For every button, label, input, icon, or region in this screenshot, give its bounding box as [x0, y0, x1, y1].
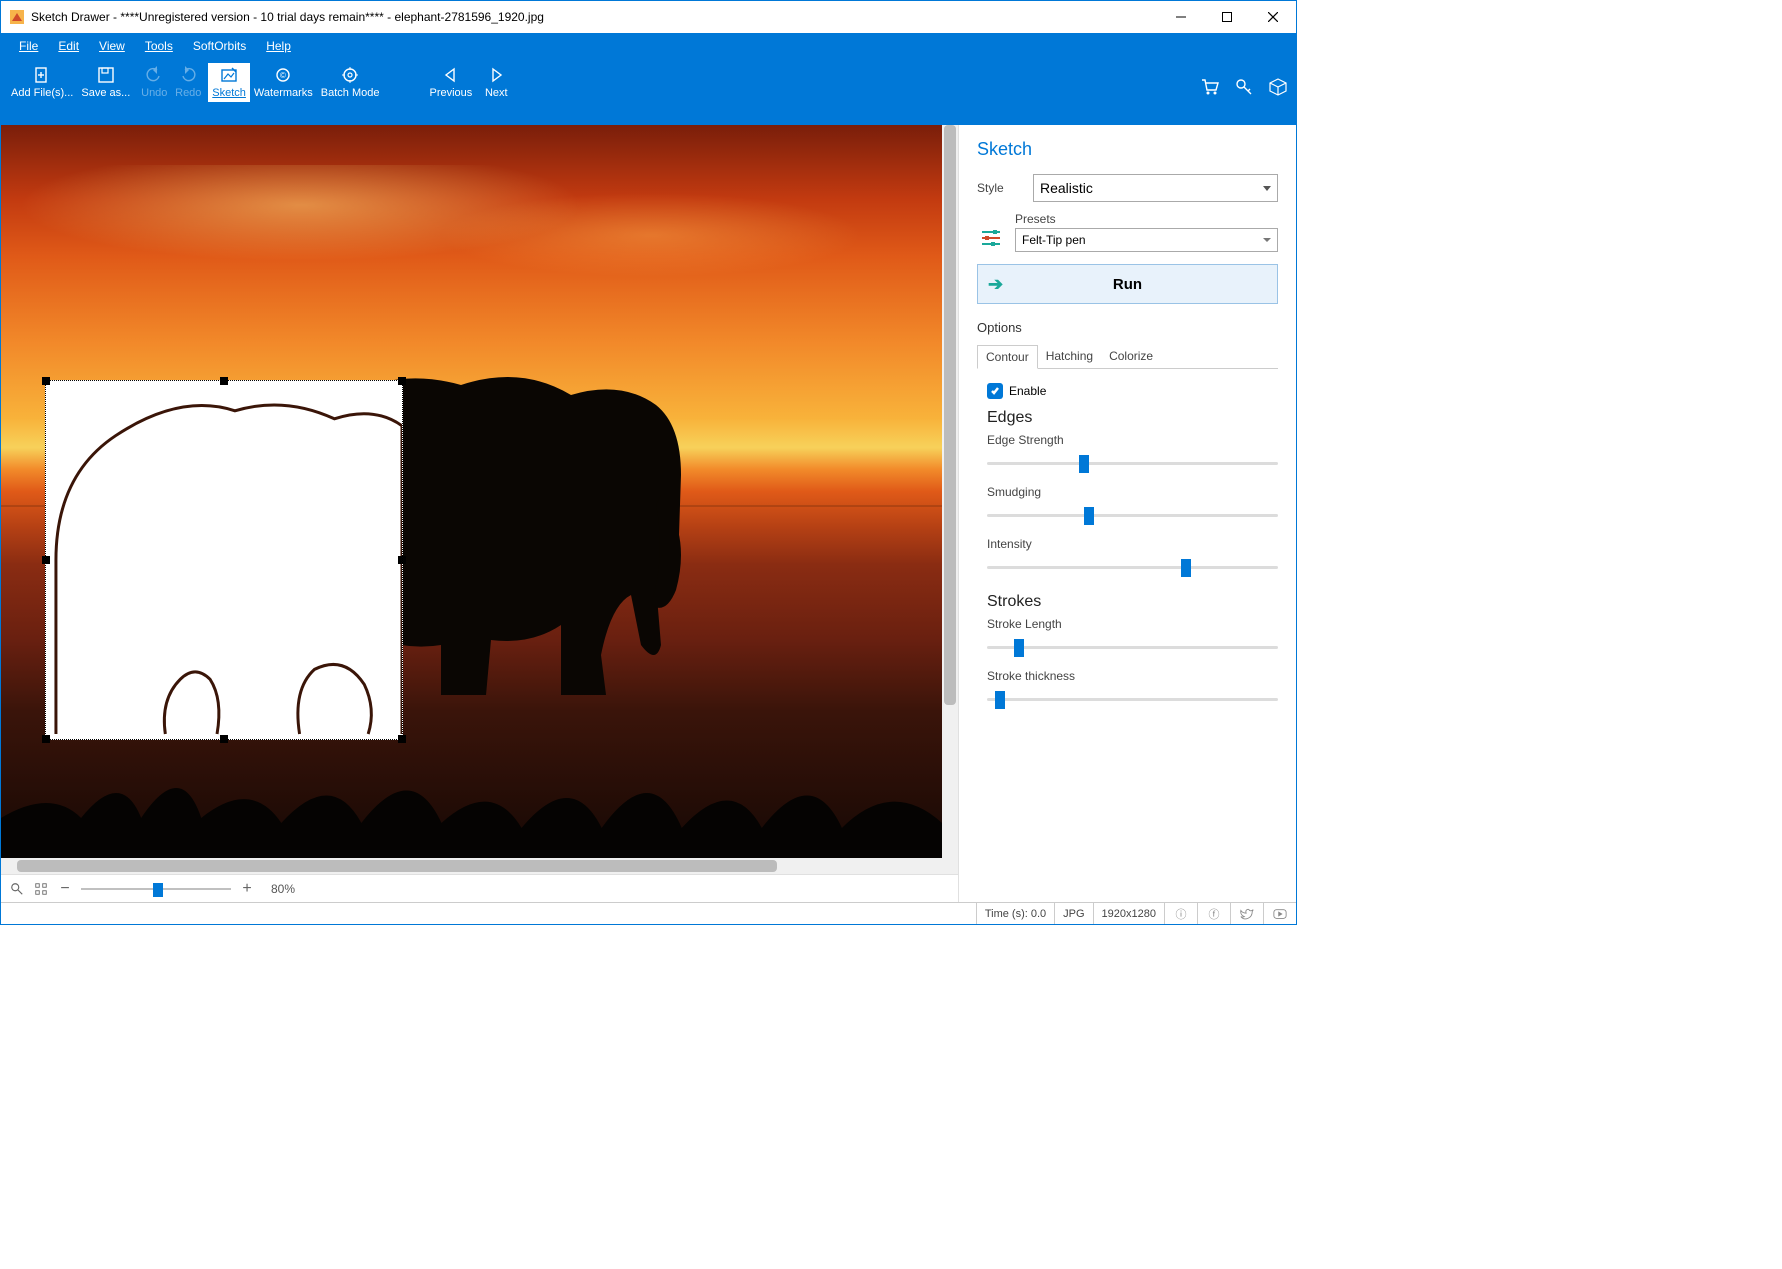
options-label: Options: [977, 320, 1278, 335]
status-dimensions: 1920x1280: [1093, 903, 1164, 924]
style-label: Style: [977, 181, 1033, 195]
canvas-pane: − + 80%: [1, 125, 958, 902]
status-format: JPG: [1054, 903, 1092, 924]
zoom-fit-icon[interactable]: [33, 881, 49, 897]
selection-handle[interactable]: [398, 735, 406, 743]
twitter-icon[interactable]: [1239, 906, 1255, 922]
menu-help[interactable]: Help: [256, 35, 301, 57]
maximize-button[interactable]: [1204, 1, 1250, 33]
selection-handle[interactable]: [42, 735, 50, 743]
status-bar: Time (s): 0.0 JPG 1920x1280 ⓘ ⓕ: [1, 902, 1296, 924]
cart-icon[interactable]: [1200, 77, 1220, 97]
toolbar: Add File(s)... Save as... Undo Redo Sket…: [1, 59, 1296, 125]
zoom-slider[interactable]: [81, 881, 231, 897]
edges-heading: Edges: [987, 409, 1278, 427]
panel-title: Sketch: [977, 139, 1278, 160]
next-button[interactable]: Next: [476, 63, 516, 102]
chevron-down-icon: [1263, 186, 1271, 191]
zoom-in-icon[interactable]: +: [239, 881, 255, 897]
sketch-preview-selection[interactable]: [45, 380, 403, 740]
app-icon: [9, 9, 25, 25]
strokes-heading: Strokes: [987, 593, 1278, 611]
package-icon[interactable]: [1268, 77, 1288, 97]
menu-softorbits[interactable]: SoftOrbits: [183, 35, 256, 57]
stroke-length-label: Stroke Length: [987, 617, 1278, 631]
add-files-button[interactable]: Add File(s)...: [7, 63, 77, 102]
style-select[interactable]: Realistic: [1033, 174, 1278, 202]
smudging-slider[interactable]: [987, 503, 1278, 527]
smudging-label: Smudging: [987, 485, 1278, 499]
menu-tools[interactable]: Tools: [135, 35, 183, 57]
edge-strength-label: Edge Strength: [987, 433, 1278, 447]
selection-handle[interactable]: [220, 735, 228, 743]
vertical-scrollbar[interactable]: [942, 125, 958, 858]
zoom-out-icon[interactable]: −: [57, 881, 73, 897]
sketch-tab-button[interactable]: Sketch: [208, 63, 250, 102]
grass-silhouette: [1, 728, 942, 858]
minimize-button[interactable]: [1158, 1, 1204, 33]
status-time: Time (s): 0.0: [976, 903, 1054, 924]
options-tabs: Contour Hatching Colorize: [977, 345, 1278, 369]
horizontal-scrollbar[interactable]: [1, 858, 958, 874]
tab-hatching[interactable]: Hatching: [1038, 345, 1101, 368]
tab-contour[interactable]: Contour: [977, 345, 1038, 369]
presets-settings-icon[interactable]: [977, 224, 1005, 252]
arrow-right-icon: ➔: [988, 274, 1003, 295]
selection-handle[interactable]: [220, 377, 228, 385]
selection-handle[interactable]: [42, 377, 50, 385]
watermarks-tab-button[interactable]: © Watermarks: [250, 63, 317, 102]
key-icon[interactable]: [1234, 77, 1254, 97]
tab-colorize[interactable]: Colorize: [1101, 345, 1161, 368]
youtube-icon[interactable]: [1272, 906, 1288, 922]
stroke-length-slider[interactable]: [987, 635, 1278, 659]
save-as-button[interactable]: Save as...: [77, 63, 134, 102]
enable-label: Enable: [1009, 384, 1046, 398]
selection-handle[interactable]: [398, 377, 406, 385]
zoom-bar: − + 80%: [1, 874, 958, 902]
intensity-slider[interactable]: [987, 555, 1278, 579]
selection-handle[interactable]: [398, 556, 406, 564]
menu-file[interactable]: File: [9, 35, 48, 57]
facebook-icon[interactable]: ⓕ: [1206, 906, 1222, 922]
previous-button[interactable]: Previous: [426, 63, 477, 102]
zoom-actual-icon[interactable]: [9, 881, 25, 897]
title-bar: Sketch Drawer - ****Unregistered version…: [1, 1, 1296, 33]
menu-bar: File Edit View Tools SoftOrbits Help: [1, 33, 1296, 59]
run-button[interactable]: ➔ Run: [977, 264, 1278, 304]
svg-text:©: ©: [280, 71, 286, 80]
canvas-view[interactable]: [1, 125, 958, 858]
presets-label: Presets: [1015, 212, 1278, 226]
menu-view[interactable]: View: [89, 35, 135, 57]
batch-mode-button[interactable]: Batch Mode: [317, 63, 384, 102]
selection-handle[interactable]: [42, 556, 50, 564]
sketch-outline: [46, 381, 402, 739]
info-icon[interactable]: ⓘ: [1173, 906, 1189, 922]
preset-select[interactable]: Felt-Tip pen: [1015, 228, 1278, 252]
enable-checkbox[interactable]: [987, 383, 1003, 399]
zoom-value: 80%: [271, 882, 295, 896]
chevron-down-icon: [1263, 238, 1271, 242]
side-panel: Sketch Style Realistic Presets Felt-Tip …: [958, 125, 1296, 902]
redo-button: Redo: [168, 63, 208, 102]
menu-edit[interactable]: Edit: [48, 35, 89, 57]
close-button[interactable]: [1250, 1, 1296, 33]
intensity-label: Intensity: [987, 537, 1278, 551]
edge-strength-slider[interactable]: [987, 451, 1278, 475]
window-title: Sketch Drawer - ****Unregistered version…: [31, 10, 1158, 24]
stroke-thickness-label: Stroke thickness: [987, 669, 1278, 683]
stroke-thickness-slider[interactable]: [987, 687, 1278, 711]
